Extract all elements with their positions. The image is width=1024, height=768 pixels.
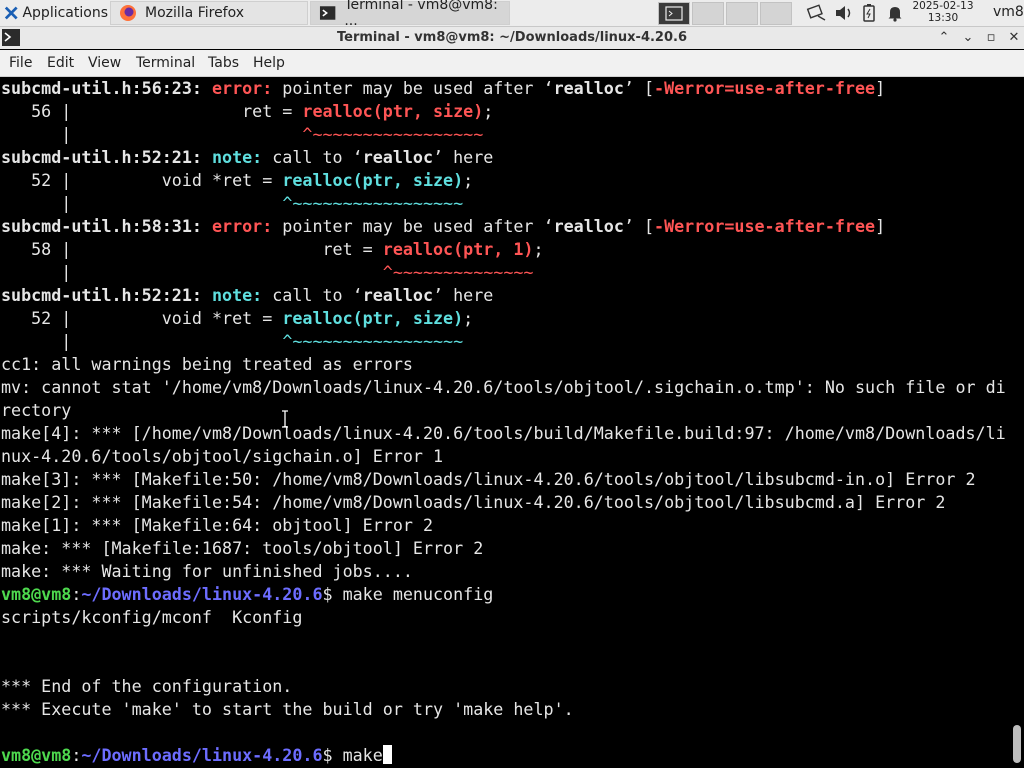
volume-icon[interactable] <box>834 3 854 23</box>
menubar: File Edit View Terminal Tabs Help <box>0 50 1024 77</box>
terminal-scrollbar[interactable] <box>1010 77 1024 768</box>
terminal-line: | ^~~~~~~~~~~~~~~ <box>1 262 534 282</box>
workspace-1[interactable] <box>658 2 690 25</box>
terminal-line: nux-4.20.6/tools/objtool/sigchain.o] Err… <box>1 446 444 466</box>
prompt-command: make <box>342 745 383 765</box>
menu-tabs[interactable]: Tabs <box>208 55 239 71</box>
terminal-line: make: *** [Makefile:1687: tools/objtool]… <box>1 538 484 558</box>
menu-view[interactable]: View <box>88 55 121 71</box>
terminal-line: make[1]: *** [Makefile:64: objtool] Erro… <box>1 515 434 535</box>
menu-help[interactable]: Help <box>253 55 285 71</box>
terminal-line: subcmd-util.h:52:21: note: call to ‘real… <box>1 147 494 167</box>
text-cursor <box>382 745 392 764</box>
applications-menu-button[interactable]: Applications <box>0 1 108 25</box>
terminal-line: | ^~~~~~~~~~~~~~~~~~ <box>1 124 484 144</box>
taskbar-firefox-label: Mozilla Firefox <box>145 5 245 21</box>
terminal-line: 52 | void *ret = realloc(ptr, size); <box>1 308 474 328</box>
notification-bell-icon[interactable] <box>886 3 904 23</box>
terminal-line: cc1: all warnings being treated as error… <box>1 354 413 374</box>
clock[interactable]: 2025-02-13 13:30 <box>910 0 976 24</box>
terminal-line: | ^~~~~~~~~~~~~~~~~~ <box>1 331 464 351</box>
terminal-line: 58 | ret = realloc(ptr, 1); <box>1 239 544 259</box>
menu-terminal[interactable]: Terminal <box>136 55 195 71</box>
prompt-path: ~/Downloads/linux-4.20.6 <box>81 745 323 765</box>
menu-edit[interactable]: Edit <box>47 55 74 71</box>
window-titlebar[interactable]: Terminal - vm8@vm8: ~/Downloads/linux-4.… <box>0 27 1024 49</box>
minimize-window-icon[interactable]: ⌄ <box>960 30 976 45</box>
terminal-line: subcmd-util.h:58:31: error: pointer may … <box>1 216 886 236</box>
terminal-line: make[4]: *** [/home/vm8/Downloads/linux-… <box>1 423 1006 443</box>
terminal-line: 52 | void *ret = realloc(ptr, size); <box>1 170 474 190</box>
terminal-line: *** Execute 'make' to start the build or… <box>1 699 574 719</box>
terminal-line: subcmd-util.h:52:21: note: call to ‘real… <box>1 285 494 305</box>
terminal-line: make[3]: *** [Makefile:50: /home/vm8/Dow… <box>1 469 976 489</box>
prompt-user: vm8@vm8 <box>1 745 72 765</box>
terminal-line: rectory <box>1 400 72 420</box>
terminal-line: scripts/kconfig/mconf Kconfig <box>1 607 303 627</box>
terminal-mini-icon <box>665 6 683 21</box>
i-beam-cursor-icon <box>282 410 288 428</box>
terminal-icon <box>319 6 336 20</box>
firefox-icon <box>120 5 136 21</box>
applications-label: Applications <box>22 5 108 21</box>
menu-file[interactable]: File <box>9 55 32 71</box>
network-icon[interactable] <box>806 3 828 23</box>
workspace-4[interactable] <box>760 2 792 25</box>
clock-date: 2025-02-13 <box>912 0 974 12</box>
user-menu[interactable]: vm8 <box>993 4 1024 20</box>
prompt-user: vm8@vm8 <box>1 584 72 604</box>
terminal-line: make: *** Waiting for unfinished jobs...… <box>1 561 413 581</box>
terminal-line: *** End of the configuration. <box>1 676 293 696</box>
terminal-line: make[2]: *** [Makefile:54: /home/vm8/Dow… <box>1 492 946 512</box>
battery-icon[interactable] <box>861 3 877 23</box>
taskbar-firefox[interactable]: Mozilla Firefox <box>110 1 308 25</box>
prompt-path: ~/Downloads/linux-4.20.6 <box>81 584 323 604</box>
prompt-line: vm8@vm8:~/Downloads/linux-4.20.6$ make <box>1 744 392 767</box>
xfce-logo-icon <box>4 6 18 20</box>
terminal-line: subcmd-util.h:56:23: error: pointer may … <box>1 78 886 98</box>
workspace-2[interactable] <box>692 2 724 25</box>
taskbar-terminal[interactable]: Terminal - vm8@vm8: ... <box>310 0 510 29</box>
terminal-output[interactable]: subcmd-util.h:56:23: error: pointer may … <box>0 77 1010 768</box>
prompt-line: vm8@vm8:~/Downloads/linux-4.20.6$ make m… <box>1 584 494 604</box>
close-window-icon[interactable]: ✕ <box>1006 30 1022 45</box>
terminal-line: mv: cannot stat '/home/vm8/Downloads/lin… <box>1 377 1006 397</box>
clock-time: 13:30 <box>927 12 959 24</box>
workspace-3[interactable] <box>726 2 758 25</box>
top-panel: Applications Mozilla Firefox Terminal - … <box>0 0 1024 29</box>
prompt-command: make menuconfig <box>342 584 494 604</box>
taskbar-terminal-label: Terminal - vm8@vm8: ... <box>344 0 498 29</box>
shade-window-icon[interactable]: ⌃ <box>936 30 952 45</box>
scrollbar-thumb[interactable] <box>1013 725 1021 763</box>
terminal-line: | ^~~~~~~~~~~~~~~~~~ <box>1 193 464 213</box>
window-title: Terminal - vm8@vm8: ~/Downloads/linux-4.… <box>337 30 687 45</box>
maximize-window-icon[interactable]: ▫ <box>983 30 999 45</box>
terminal-line: 56 | ret = realloc(ptr, size); <box>1 101 494 121</box>
